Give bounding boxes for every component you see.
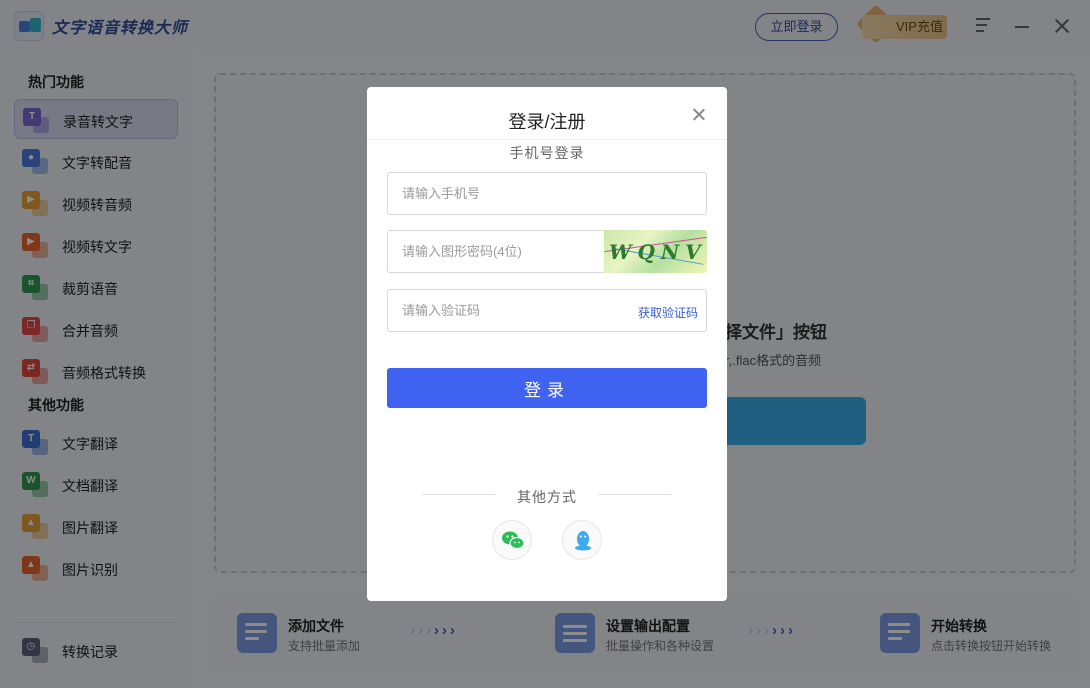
qq-icon (575, 531, 591, 551)
modal-title: 登录/注册 (508, 112, 586, 132)
login-submit-button[interactable]: 登录 (387, 368, 707, 408)
divider-line (598, 494, 671, 495)
phone-field[interactable] (387, 172, 707, 215)
get-code-link[interactable]: 获取验证码 (638, 304, 698, 321)
qq-login-button[interactable] (562, 520, 602, 560)
captcha-image[interactable]: WQNV (604, 230, 707, 273)
modal-divider (367, 139, 727, 140)
login-modal: 登录/注册 手机号登录 WQNV 获取验证码 登录 其他方式 (367, 87, 727, 601)
code-input[interactable] (402, 290, 592, 331)
wechat-login-button[interactable] (492, 520, 532, 560)
modal-close-icon[interactable] (692, 107, 706, 121)
modal-subtitle: 手机号登录 (509, 145, 585, 161)
other-methods-label: 其他方式 (517, 489, 577, 505)
phone-input[interactable] (402, 173, 592, 214)
captcha-input[interactable] (402, 231, 592, 272)
captcha-field[interactable] (387, 230, 605, 273)
captcha-text: WQNV (609, 240, 707, 264)
code-field[interactable]: 获取验证码 (387, 289, 707, 332)
wechat-icon (502, 531, 525, 550)
